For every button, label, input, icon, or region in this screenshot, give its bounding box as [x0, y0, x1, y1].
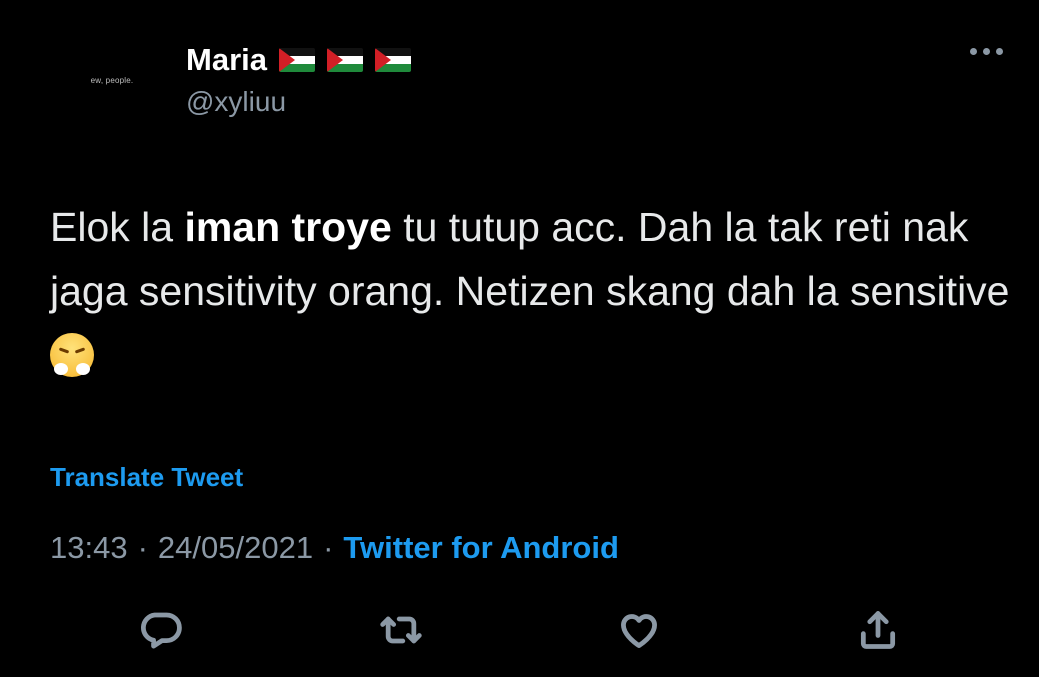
tweet-bold-text: iman troye [184, 204, 392, 250]
more-options-icon[interactable] [970, 48, 1003, 55]
tweet-text: Elok la iman troye tu tutup acc. Dah la … [50, 195, 1010, 387]
avatar[interactable]: ew, people. [60, 48, 170, 118]
share-icon[interactable] [851, 603, 905, 657]
display-name[interactable]: Maria [186, 42, 267, 78]
translate-tweet-link[interactable]: Translate Tweet [50, 462, 243, 493]
palestine-flag-icon [374, 48, 411, 72]
separator: · [137, 530, 148, 565]
reply-icon[interactable] [135, 603, 189, 657]
separator: · [323, 530, 334, 565]
retweet-icon[interactable] [374, 603, 428, 657]
flag-group [278, 48, 411, 72]
tweet-date[interactable]: 24/05/2021 [158, 530, 313, 566]
action-bar [135, 603, 905, 657]
tweet-time[interactable]: 13:43 [50, 530, 128, 566]
tweet-metadata: 13:43 · 24/05/2021 · Twitter for Android [50, 530, 619, 566]
palestine-flag-icon [326, 48, 363, 72]
user-header: Maria [186, 42, 411, 78]
tweet-source-link[interactable]: Twitter for Android [343, 530, 619, 566]
palestine-flag-icon [278, 48, 315, 72]
face-with-steam-from-nose-icon [50, 333, 94, 377]
avatar-text: ew, people. [90, 75, 134, 85]
like-icon[interactable] [612, 603, 666, 657]
user-handle[interactable]: @xyliuu [186, 86, 286, 118]
tweet-text-part: Elok la [50, 204, 185, 250]
